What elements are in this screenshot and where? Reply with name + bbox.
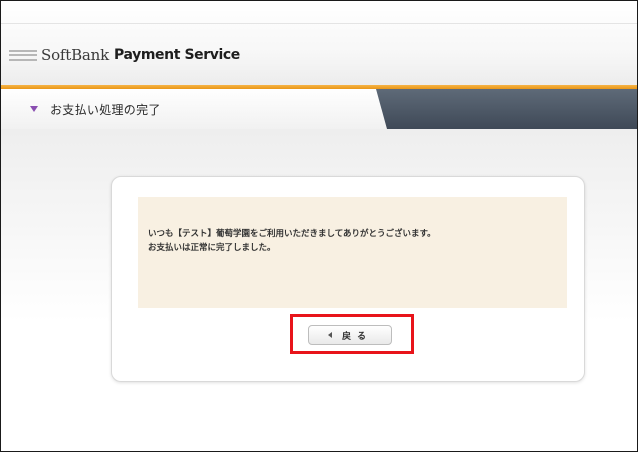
- page-title-bar: お支払い処理の完了: [1, 89, 637, 129]
- logo-payment-service-text: Payment Service: [114, 47, 240, 63]
- payment-complete-message: お支払いは正常に完了しました。: [148, 243, 276, 253]
- triangle-down-icon: [30, 106, 38, 112]
- back-button-highlight-box: [290, 314, 414, 354]
- page-title-tab: お支払い処理の完了: [1, 89, 387, 129]
- logo-softbank-text: SoftBank: [41, 46, 110, 64]
- softbank-payment-service-logo: SoftBank Payment Service: [9, 45, 240, 65]
- page-title: お支払い処理の完了: [50, 102, 161, 117]
- softbank-stripes-icon: [9, 49, 37, 61]
- site-header: SoftBank Payment Service: [1, 1, 637, 87]
- browser-viewport: SoftBank Payment Service お支払い処理の完了 いつも【テ…: [0, 0, 638, 452]
- header-divider: [1, 23, 637, 24]
- thank-you-message: いつも【テスト】葡萄学園をご利用いただきましてありがとうございます。: [148, 229, 436, 239]
- message-box: いつも【テスト】葡萄学園をご利用いただきましてありがとうございます。 お支払いは…: [138, 197, 567, 308]
